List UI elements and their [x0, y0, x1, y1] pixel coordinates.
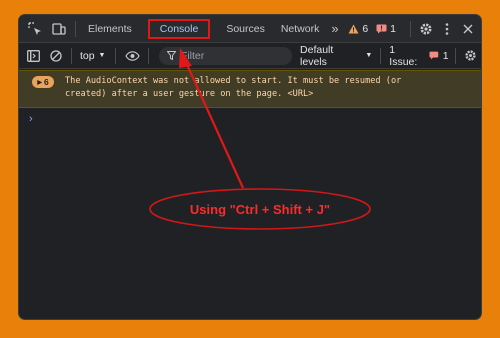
warning-counter[interactable]: 6: [348, 23, 368, 35]
console-warning-message[interactable]: ▶ 6 The AudioContext was not allowed to …: [19, 70, 481, 108]
expand-triangle-icon: ▶: [37, 79, 42, 86]
divider: [380, 47, 382, 64]
issues-label: 1 Issue:: [389, 43, 418, 68]
divider: [454, 47, 456, 64]
error-counter[interactable]: 1: [376, 23, 396, 35]
tab-console[interactable]: Console: [140, 15, 219, 43]
issue-error-icon: [429, 51, 439, 60]
divider: [410, 20, 411, 37]
warning-icon: [348, 24, 359, 33]
more-options-icon[interactable]: [437, 22, 457, 36]
tab-console-label: Console: [147, 18, 211, 39]
repeat-count-badge: ▶ 6: [32, 76, 54, 88]
sidebar-icon[interactable]: [22, 49, 45, 62]
device-toolbar-icon[interactable]: [47, 22, 71, 36]
context-label: top: [79, 49, 95, 62]
settings-icon[interactable]: [415, 22, 437, 36]
issues-count: 1: [442, 49, 449, 62]
filter-box[interactable]: [158, 46, 293, 65]
console-toolbar: top ▼ Default levels ▼ 1 Issue: 1: [19, 43, 481, 69]
divider: [147, 47, 149, 64]
chevron-down-icon: ▼: [98, 52, 106, 59]
more-tabs-button[interactable]: »: [327, 15, 342, 43]
repeat-count: 6: [43, 77, 49, 87]
close-icon[interactable]: [457, 24, 479, 34]
devtools-window: Elements Console Sources Network » 6 1 t…: [19, 15, 481, 319]
tab-network[interactable]: Network: [273, 15, 328, 43]
eye-icon[interactable]: [120, 50, 143, 61]
tab-elements[interactable]: Elements: [80, 15, 140, 43]
filter-input[interactable]: [178, 48, 283, 63]
tab-sources[interactable]: Sources: [218, 15, 273, 43]
annotation-text: Using "Ctrl + Shift + J": [189, 201, 331, 217]
gear-icon[interactable]: [460, 49, 481, 62]
clear-icon[interactable]: [45, 49, 67, 62]
inspect-icon[interactable]: [23, 21, 47, 36]
context-selector[interactable]: top ▼: [80, 50, 106, 62]
error-count: 1: [390, 22, 396, 35]
chevron-down-icon: ▼: [365, 52, 373, 59]
log-levels-label: Default levels: [300, 43, 334, 68]
warning-text: The AudioContext was not allowed to star…: [65, 76, 402, 99]
filter-icon: [166, 51, 176, 60]
divider: [115, 47, 117, 64]
warning-count: 6: [362, 22, 369, 35]
console-prompt-icon[interactable]: ›: [29, 113, 33, 125]
divider: [75, 20, 76, 37]
divider: [70, 47, 72, 64]
devtools-tabbar: Elements Console Sources Network » 6 1: [19, 15, 481, 43]
error-icon: [376, 24, 387, 33]
log-levels-dropdown[interactable]: Default levels ▼: [300, 44, 372, 68]
issues-button[interactable]: 1 Issue: 1: [389, 44, 448, 68]
